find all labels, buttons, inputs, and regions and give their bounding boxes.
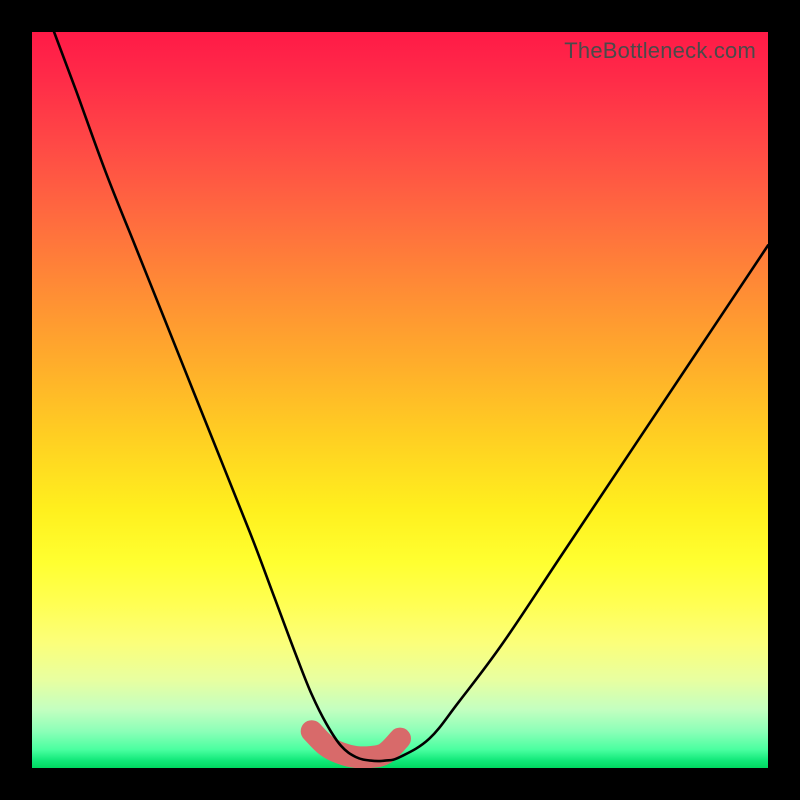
plot-area: TheBottleneck.com: [32, 32, 768, 768]
bottleneck-curve-path: [54, 32, 768, 761]
chart-frame: TheBottleneck.com: [0, 0, 800, 800]
curve-layer: [32, 32, 768, 768]
highlight-band-path: [312, 731, 400, 757]
